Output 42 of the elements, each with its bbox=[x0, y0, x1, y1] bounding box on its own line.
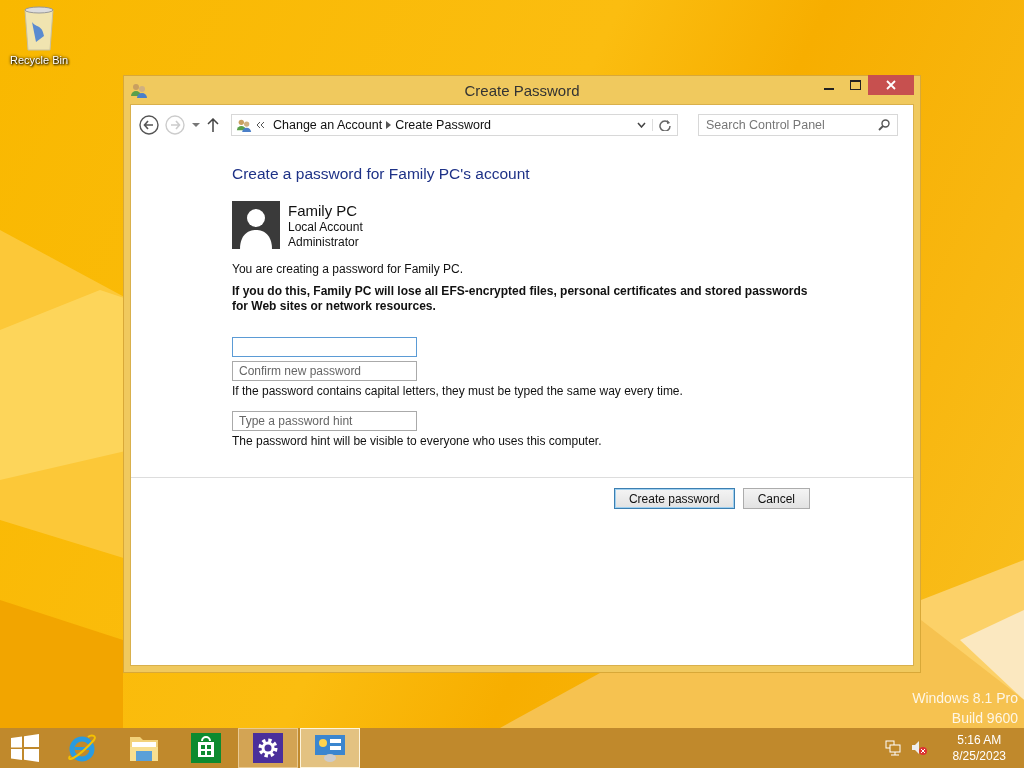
users-icon bbox=[130, 82, 148, 98]
os-version-text: Build 9600 bbox=[951, 710, 1018, 726]
password-field[interactable]: Confirm new password bbox=[232, 361, 417, 381]
control-panel-icon bbox=[314, 733, 346, 763]
store-icon bbox=[191, 733, 221, 763]
dialog-button[interactable]: Cancel bbox=[742, 488, 810, 509]
browser-icon bbox=[66, 732, 98, 764]
dialog-button[interactable]: Create password bbox=[613, 488, 735, 509]
account-type: Local Account bbox=[288, 220, 363, 235]
address-bar[interactable]: Change an Account Create Password bbox=[231, 114, 678, 136]
users-icon bbox=[236, 117, 252, 133]
network-icon[interactable] bbox=[884, 740, 901, 756]
close-button[interactable] bbox=[868, 75, 914, 95]
password-field[interactable] bbox=[232, 337, 417, 357]
intro-text: You are creating a password for Family PC. bbox=[232, 262, 464, 277]
maximize-icon bbox=[849, 80, 861, 90]
hint-text: The password hint will be visible to everyone who uses this computer. bbox=[232, 434, 603, 449]
warning-text: If you do this, Family PC will lose all EFS-encrypted files, personal certificates and stored passwords for Web sites or network resources. bbox=[232, 284, 809, 314]
os-version-text: Windows 8.1 Pro bbox=[912, 690, 1018, 706]
search-icon[interactable] bbox=[878, 119, 890, 131]
recent-dropdown-button[interactable] bbox=[191, 122, 201, 128]
password-field[interactable]: Type a password hint bbox=[232, 411, 417, 431]
user-avatar-icon bbox=[232, 201, 280, 249]
taskbar-app-button[interactable] bbox=[238, 728, 298, 768]
back-button[interactable] bbox=[139, 115, 159, 135]
muted-speaker-icon[interactable] bbox=[910, 740, 927, 756]
account-name: Family PC bbox=[288, 201, 359, 220]
recycle-bin-icon[interactable] bbox=[22, 6, 56, 52]
chevron-down-icon[interactable] bbox=[637, 122, 646, 128]
separator-arrow-icon bbox=[386, 121, 392, 129]
minimize-icon bbox=[824, 87, 834, 90]
chevron-icon bbox=[256, 121, 265, 129]
account-role: Administrator bbox=[288, 235, 360, 250]
window-title: Create Password bbox=[464, 81, 580, 99]
hint-text: If the password contains capital letters, they must be typed the same way every time. bbox=[232, 384, 684, 399]
settings-icon bbox=[253, 733, 283, 763]
search-field[interactable]: Search Control Panel bbox=[698, 114, 898, 136]
close-icon bbox=[886, 80, 896, 90]
page-heading: Create a password for Family PC's account bbox=[232, 165, 531, 183]
breadcrumb-item[interactable]: Create Password bbox=[391, 118, 495, 132]
breadcrumb-item[interactable]: Change an Account bbox=[269, 118, 387, 132]
up-button[interactable] bbox=[207, 118, 219, 132]
